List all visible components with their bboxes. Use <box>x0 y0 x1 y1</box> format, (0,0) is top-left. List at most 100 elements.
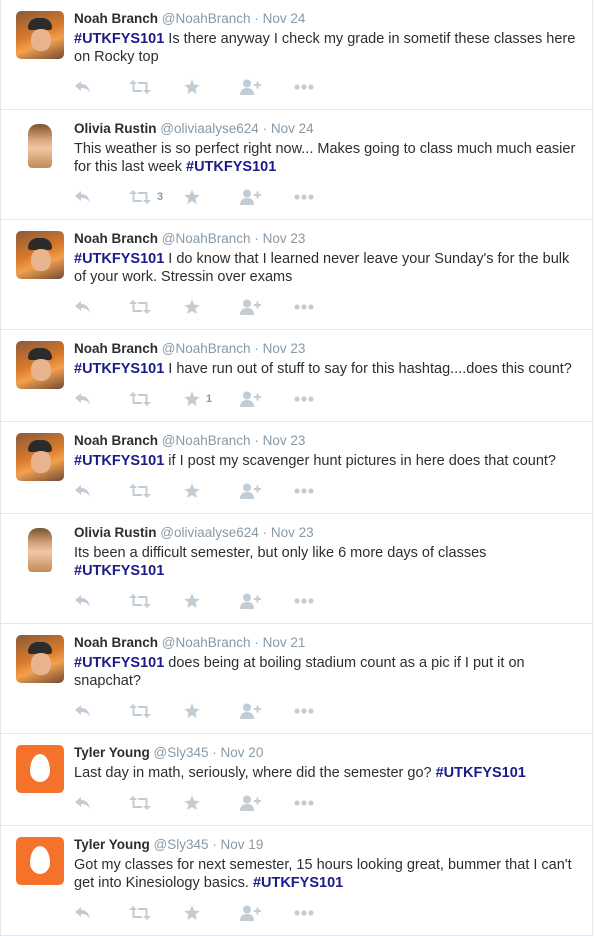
tweet[interactable]: Olivia Rustin @oliviaalyse624 · Nov 24 T… <box>1 110 592 220</box>
follow-button[interactable] <box>239 77 294 97</box>
favorite-button[interactable] <box>184 187 239 207</box>
avatar[interactable] <box>16 341 64 389</box>
hashtag-link[interactable]: #UTKFYS101 <box>74 251 164 267</box>
favorite-button[interactable] <box>184 591 239 611</box>
tweet-date[interactable]: Nov 23 <box>263 341 306 356</box>
retweet-button[interactable]: 3 <box>129 187 184 207</box>
hashtag-link[interactable]: #UTKFYS101 <box>74 655 164 671</box>
reply-button[interactable] <box>74 77 129 97</box>
tweet[interactable]: Olivia Rustin @oliviaalyse624 · Nov 23 I… <box>1 514 592 624</box>
more-button[interactable] <box>294 591 349 611</box>
tweet[interactable]: Noah Branch @NoahBranch · Nov 23 #UTKFYS… <box>1 422 592 514</box>
reply-button[interactable] <box>74 701 129 721</box>
retweet-button[interactable] <box>129 389 184 409</box>
tweet[interactable]: Noah Branch @NoahBranch · Nov 23 #UTKFYS… <box>1 220 592 330</box>
retweet-button[interactable] <box>129 701 184 721</box>
favorite-button[interactable] <box>184 903 239 923</box>
avatar[interactable] <box>16 433 64 481</box>
hashtag-link[interactable]: #UTKFYS101 <box>74 563 164 579</box>
hashtag-link[interactable]: #UTKFYS101 <box>253 875 343 891</box>
hashtag-link[interactable]: #UTKFYS101 <box>186 159 276 175</box>
retweet-button[interactable] <box>129 77 184 97</box>
user-handle[interactable]: @NoahBranch <box>162 231 251 246</box>
follow-button[interactable] <box>239 701 294 721</box>
follow-button[interactable] <box>239 793 294 813</box>
favorite-button[interactable] <box>184 297 239 317</box>
avatar[interactable] <box>16 837 64 885</box>
user-name[interactable]: Noah Branch <box>74 341 158 356</box>
hashtag-link[interactable]: #UTKFYS101 <box>74 361 164 377</box>
reply-button[interactable] <box>74 793 129 813</box>
user-name[interactable]: Noah Branch <box>74 433 158 448</box>
tweet-date[interactable]: Nov 20 <box>221 745 264 760</box>
avatar[interactable] <box>16 121 64 169</box>
hashtag-link[interactable]: #UTKFYS101 <box>436 765 526 781</box>
reply-button[interactable] <box>74 187 129 207</box>
user-name[interactable]: Tyler Young <box>74 837 150 852</box>
follow-button[interactable] <box>239 297 294 317</box>
more-button[interactable] <box>294 793 349 813</box>
user-handle[interactable]: @NoahBranch <box>162 11 251 26</box>
reply-button[interactable] <box>74 297 129 317</box>
more-button[interactable] <box>294 701 349 721</box>
retweet-button[interactable] <box>129 903 184 923</box>
avatar[interactable] <box>16 11 64 59</box>
user-handle[interactable]: @oliviaalyse624 <box>160 525 259 540</box>
avatar[interactable] <box>16 745 64 793</box>
avatar[interactable] <box>16 525 64 573</box>
user-handle[interactable]: @Sly345 <box>154 837 209 852</box>
tweet[interactable]: Tyler Young @Sly345 · Nov 20 Last day in… <box>1 734 592 826</box>
more-button[interactable] <box>294 903 349 923</box>
retweet-button[interactable] <box>129 481 184 501</box>
tweet[interactable]: Noah Branch @NoahBranch · Nov 21 #UTKFYS… <box>1 624 592 734</box>
hashtag-link[interactable]: #UTKFYS101 <box>74 31 164 47</box>
follow-button[interactable] <box>239 389 294 409</box>
user-handle[interactable]: @Sly345 <box>154 745 209 760</box>
follow-button[interactable] <box>239 187 294 207</box>
tweet[interactable]: Noah Branch @NoahBranch · Nov 24 #UTKFYS… <box>1 0 592 110</box>
favorite-button[interactable] <box>184 701 239 721</box>
more-button[interactable] <box>294 297 349 317</box>
tweet-date[interactable]: Nov 19 <box>221 837 264 852</box>
user-name[interactable]: Tyler Young <box>74 745 150 760</box>
avatar[interactable] <box>16 231 64 279</box>
favorite-button[interactable] <box>184 793 239 813</box>
follow-button[interactable] <box>239 591 294 611</box>
more-button[interactable] <box>294 389 349 409</box>
tweet[interactable]: Tyler Young @Sly345 · Nov 19 Got my clas… <box>1 826 592 936</box>
reply-button[interactable] <box>74 591 129 611</box>
user-handle[interactable]: @NoahBranch <box>162 341 251 356</box>
tweet[interactable]: Noah Branch @NoahBranch · Nov 23 #UTKFYS… <box>1 330 592 422</box>
tweet-date[interactable]: Nov 23 <box>263 231 306 246</box>
tweet-date[interactable]: Nov 24 <box>271 121 314 136</box>
user-name[interactable]: Noah Branch <box>74 11 158 26</box>
favorite-button[interactable]: 1 <box>184 389 239 409</box>
more-button[interactable] <box>294 187 349 207</box>
tweet-date[interactable]: Nov 23 <box>271 525 314 540</box>
user-handle[interactable]: @NoahBranch <box>162 635 251 650</box>
retweet-button[interactable] <box>129 793 184 813</box>
user-handle[interactable]: @oliviaalyse624 <box>160 121 259 136</box>
retweet-button[interactable] <box>129 591 184 611</box>
favorite-button[interactable] <box>184 481 239 501</box>
tweet-date[interactable]: Nov 23 <box>263 433 306 448</box>
retweet-button[interactable] <box>129 297 184 317</box>
reply-button[interactable] <box>74 481 129 501</box>
tweet-date[interactable]: Nov 21 <box>263 635 306 650</box>
user-name[interactable]: Olivia Rustin <box>74 525 157 540</box>
tweet-text: #UTKFYS101 if I post my scavenger hunt p… <box>74 452 576 470</box>
more-button[interactable] <box>294 77 349 97</box>
follow-button[interactable] <box>239 903 294 923</box>
follow-button[interactable] <box>239 481 294 501</box>
hashtag-link[interactable]: #UTKFYS101 <box>74 453 164 469</box>
user-handle[interactable]: @NoahBranch <box>162 433 251 448</box>
user-name[interactable]: Noah Branch <box>74 635 158 650</box>
favorite-button[interactable] <box>184 77 239 97</box>
tweet-date[interactable]: Nov 24 <box>263 11 306 26</box>
user-name[interactable]: Olivia Rustin <box>74 121 157 136</box>
reply-button[interactable] <box>74 903 129 923</box>
user-name[interactable]: Noah Branch <box>74 231 158 246</box>
avatar[interactable] <box>16 635 64 683</box>
reply-button[interactable] <box>74 389 129 409</box>
more-button[interactable] <box>294 481 349 501</box>
